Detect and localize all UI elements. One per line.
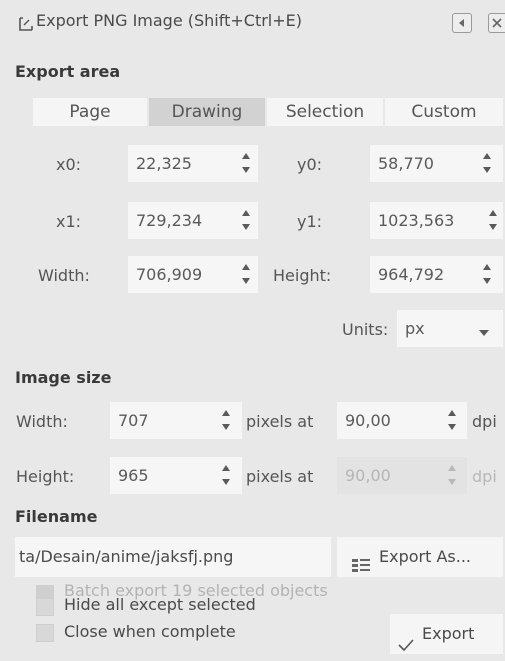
export-as-label: Export As... xyxy=(379,547,471,566)
area-height-label: Height: xyxy=(273,266,332,285)
close-button[interactable] xyxy=(488,13,505,33)
folder-list-icon xyxy=(351,548,371,588)
filename-heading: Filename xyxy=(15,507,98,526)
dialog-title: Export PNG Image (Shift+Ctrl+E) xyxy=(36,11,302,30)
checkmark-icon xyxy=(398,627,414,661)
dpi-label-disabled: dpi xyxy=(472,467,497,486)
export-button[interactable]: Export xyxy=(390,614,503,654)
close-when-complete-label: Close when complete xyxy=(64,622,236,641)
filename-input[interactable]: ta/Desain/anime/jaksfj.png xyxy=(15,537,331,577)
units-value: px xyxy=(405,319,425,338)
y0-label: y0: xyxy=(297,155,323,174)
area-width-spinner[interactable] xyxy=(240,261,252,287)
tab-custom[interactable]: Custom xyxy=(385,98,503,126)
image-height-label: Height: xyxy=(16,467,75,486)
export-area-heading: Export area xyxy=(15,62,121,81)
y1-input[interactable]: 1023,563 xyxy=(370,202,503,239)
x1-label: x1: xyxy=(56,212,82,231)
y1-label: y1: xyxy=(297,212,323,231)
area-height-spinner[interactable] xyxy=(481,261,493,287)
x0-label: x0: xyxy=(56,155,82,174)
image-width-label: Width: xyxy=(16,412,68,431)
tab-selection[interactable]: Selection xyxy=(267,98,383,126)
hide-all-label: Hide all except selected xyxy=(64,595,256,614)
export-as-button[interactable]: Export As... xyxy=(337,537,503,577)
area-width-label: Width: xyxy=(38,266,90,285)
image-width-spinner[interactable] xyxy=(220,407,232,433)
x0-input[interactable]: 22,325 xyxy=(128,145,258,182)
image-size-heading: Image size xyxy=(15,368,112,387)
x0-spinner[interactable] xyxy=(240,150,252,176)
export-label: Export xyxy=(422,624,475,643)
y0-spinner[interactable] xyxy=(481,150,493,176)
hide-all-checkbox[interactable] xyxy=(36,598,54,616)
dialog-corner-icon xyxy=(18,14,36,32)
units-dropdown-icon xyxy=(478,323,490,342)
tab-page[interactable]: Page xyxy=(33,98,147,126)
units-label: Units: xyxy=(342,320,389,339)
dock-button[interactable] xyxy=(452,13,472,33)
width-pixels-at-label: pixels at xyxy=(246,412,314,431)
close-when-complete-checkbox[interactable] xyxy=(36,624,54,642)
x1-input[interactable]: 729,234 xyxy=(128,202,258,239)
tab-drawing[interactable]: Drawing xyxy=(149,98,265,126)
y1-spinner[interactable] xyxy=(487,207,499,233)
dpi-label: dpi xyxy=(472,412,497,431)
area-width-input[interactable]: 706,909 xyxy=(128,256,258,293)
x1-spinner[interactable] xyxy=(240,207,252,233)
dpi-spinner-disabled xyxy=(446,462,458,488)
image-height-spinner[interactable] xyxy=(220,462,232,488)
dpi-spinner[interactable] xyxy=(446,407,458,433)
height-pixels-at-label: pixels at xyxy=(246,467,314,486)
